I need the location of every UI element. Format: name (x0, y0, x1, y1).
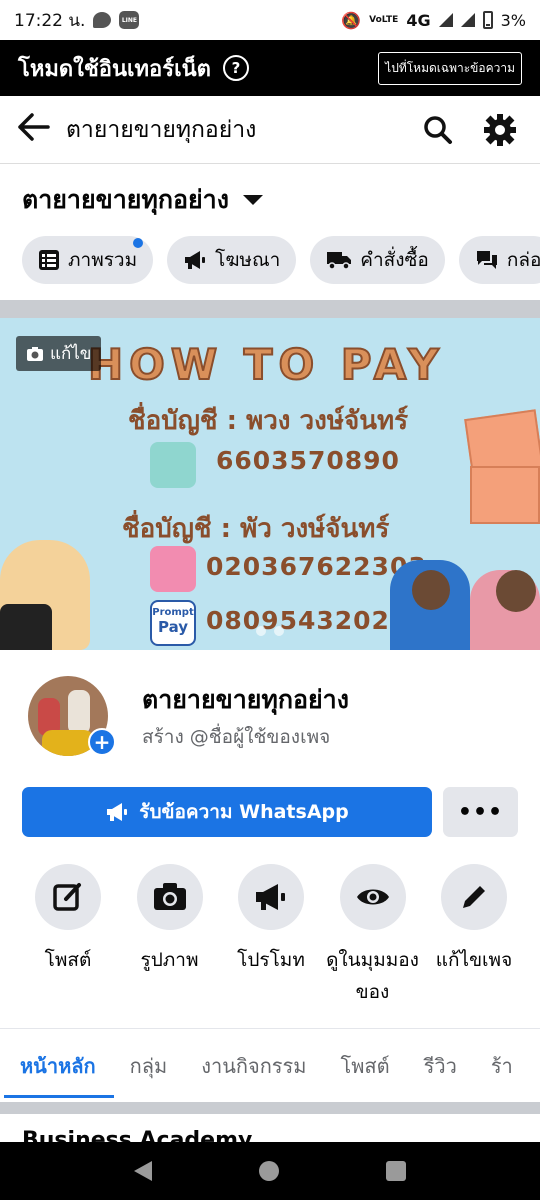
page-name: ตายายขายทุกอย่าง (142, 685, 349, 714)
tab-posts[interactable]: โพสต์ (340, 1036, 389, 1098)
action-promote[interactable]: โปรโมท (221, 864, 321, 1008)
mute-icon: 🔕 (341, 10, 362, 30)
network-type: 4G (406, 10, 431, 30)
back-arrow-icon[interactable] (18, 110, 58, 150)
page-actions: โพสต์ รูปภาพ โปรโมท ดูในมุมมองของ แก้ไขเ… (18, 864, 524, 1008)
status-time: 17:22 น. (14, 10, 86, 31)
section-divider (0, 1102, 540, 1114)
camera-icon (136, 864, 203, 930)
account1-label: ชื่อบัญชี : พวง วงษ์จันทร์ (128, 406, 409, 436)
management-chips: ภาพรวม โฆษณา คำสั่งซื้อ กล่อ (22, 236, 540, 284)
account2-label: ชื่อบัญชี : พัว วงษ์จันทร์ (122, 514, 390, 544)
section-divider (0, 300, 540, 318)
action-post[interactable]: โพสต์ (18, 864, 118, 1008)
tab-events[interactable]: งานกิจกรรม (201, 1036, 306, 1098)
whatsapp-label: รับข้อความ WhatsApp (139, 801, 349, 823)
promptpay-bottom-text: Pay (157, 618, 189, 636)
chip-label: ภาพรวม (68, 249, 138, 271)
person-face (412, 570, 450, 610)
promptpay-number: 0809543202 (206, 606, 390, 635)
help-icon[interactable]: ? (222, 55, 249, 81)
chip-overview[interactable]: ภาพรวม (22, 236, 154, 284)
mode-title: โหมดใช้อินเทอร์เน็ต (18, 56, 211, 82)
search-query[interactable]: ตายายขายทุกอย่าง (66, 112, 398, 148)
camera-icon (27, 346, 43, 361)
tab-groups[interactable]: กลุ่ม (130, 1036, 168, 1098)
action-label: โพสต์ (44, 949, 92, 971)
tab-home[interactable]: หน้าหลัก (4, 1036, 114, 1098)
signal-icon (438, 13, 453, 27)
action-view-as[interactable]: ดูในมุมมองของ (323, 864, 423, 1008)
nav-back-icon[interactable] (133, 1161, 152, 1181)
nav-recents-icon[interactable] (386, 1161, 407, 1181)
megaphone-icon (238, 864, 304, 930)
chip-label: โฆษณา (215, 249, 281, 271)
list-icon (39, 250, 59, 270)
parcel-box-graphic (470, 466, 540, 524)
account1-number: 6603570890 (216, 446, 400, 475)
whatsapp-button[interactable]: รับข้อความ WhatsApp (22, 787, 432, 837)
promptpay-icon: Prompt Pay (150, 600, 196, 646)
megaphone-icon (185, 251, 206, 269)
chat-bubbles-icon (476, 251, 497, 269)
page-switcher[interactable]: ตายายขายทุกอย่าง (22, 180, 263, 220)
battery-level: 3% (500, 10, 526, 30)
system-nav-bar (0, 1142, 540, 1200)
phone-graphic (0, 604, 52, 650)
page-tabs: หน้าหลัก กลุ่ม งานกิจกรรม โพสต์ รีวิว ร้… (0, 1036, 540, 1098)
create-username-link[interactable]: สร้าง @ชื่อผู้ใช้ของเพจ (142, 722, 330, 752)
more-options-button[interactable]: ••• (443, 787, 518, 837)
kbank-icon (150, 442, 196, 488)
status-bar: 17:22 น. LINE 🔕 VoLTE 4G 3% (0, 0, 540, 40)
edit-cover-button[interactable]: แก้ไข (16, 336, 102, 371)
add-profile-photo-icon[interactable]: + (88, 728, 116, 756)
line-notification-icon: LINE (119, 11, 140, 29)
search-icon[interactable] (416, 108, 460, 152)
cover-pager (256, 626, 284, 636)
internet-mode-bar: โหมดใช้อินเทอร์เน็ต ? ไปที่โหมดเฉพาะข้อค… (0, 40, 540, 96)
gear-icon[interactable] (478, 108, 522, 152)
volte-icon: VoLTE (369, 15, 399, 25)
notification-dot (133, 238, 144, 248)
page-title: ตายายขายทุกอย่าง (22, 185, 229, 214)
messenger-notification-icon (93, 12, 112, 28)
edit-cover-label: แก้ไข (50, 344, 92, 364)
tab-reviews[interactable]: รีวิว (424, 1036, 457, 1098)
chip-label: คำสั่งซื้อ (360, 249, 429, 271)
chip-ads[interactable]: โฆษณา (167, 236, 297, 284)
action-label: รูปภาพ (140, 949, 199, 971)
chip-label: กล่อ (506, 249, 540, 271)
message-only-mode-button[interactable]: ไปที่โหมดเฉพาะข้อความ (378, 51, 522, 85)
search-header: ตายายขายทุกอย่าง (0, 96, 540, 164)
eye-icon (339, 864, 406, 930)
pencil-icon (441, 864, 507, 930)
divider-line (0, 1028, 540, 1029)
tab-shop[interactable]: ร้า (491, 1036, 513, 1098)
action-label: แก้ไขเพจ (435, 949, 513, 971)
signal-icon-2 (460, 13, 475, 27)
action-label: ดูในมุมมองของ (326, 949, 419, 1003)
chevron-down-icon (242, 195, 263, 205)
megaphone-icon (107, 803, 128, 821)
cover-headline: HOW TO PAY (87, 339, 445, 390)
truck-icon (327, 252, 352, 270)
battery-icon (482, 11, 493, 29)
chip-orders[interactable]: คำสั่งซื้อ (310, 236, 445, 284)
action-label: โปรโมท (237, 949, 305, 971)
nav-home-icon[interactable] (258, 1161, 279, 1181)
cover-photo[interactable]: HOW TO PAY ชื่อบัญชี : พวง วงษ์จันทร์ 66… (0, 318, 540, 650)
person-face (496, 570, 536, 612)
gsb-bank-icon (150, 546, 196, 592)
action-edit-page[interactable]: แก้ไขเพจ (424, 864, 524, 1008)
chip-inbox[interactable]: กล่อ (458, 236, 540, 284)
compose-icon (35, 864, 101, 930)
action-photo[interactable]: รูปภาพ (120, 864, 220, 1008)
